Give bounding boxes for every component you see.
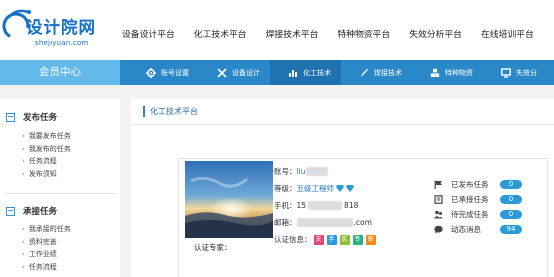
tab-label: 失效分 xyxy=(516,68,537,77)
tools-icon xyxy=(217,68,227,78)
stat-messages[interactable]: 动态消息 94 xyxy=(433,224,522,235)
sub-nav-bar: 会员中心 账号设置 设备设计 化工技术 焊接技术 特种物资 失效分 xyxy=(0,60,554,85)
sidebar: − 发布任务 我要发布任务 我发布的任务 任务流程 发布须知 − 承接任务 我承… xyxy=(0,99,120,277)
site-logo[interactable]: 设计院网 shejiyuan.com xyxy=(2,6,100,52)
logo-domain: shejiyuan.com xyxy=(35,39,89,47)
level-row: 等级： 五级工程师 xyxy=(274,183,354,194)
sidebar-list: 我要发布任务 我发布的任务 任务流程 发布须知 xyxy=(22,130,71,180)
top-nav-item[interactable]: 在线培训平台 xyxy=(481,27,534,40)
title-accent-bar xyxy=(143,106,145,117)
tab-label: 化工技术 xyxy=(303,68,331,77)
page-title: 化工技术平台 xyxy=(150,107,198,116)
panel-header: 化工技术平台 xyxy=(131,99,554,125)
sidebar-item[interactable]: 任务流程 xyxy=(22,261,71,274)
sidebar-section-title: 发布任务 xyxy=(23,113,58,123)
tab-welding-tech[interactable]: 焊接技术 xyxy=(341,60,412,85)
account-row: 账号： liu xyxy=(274,166,329,177)
stat-published[interactable]: 已发布任务 0 xyxy=(433,179,522,190)
tab-account-settings[interactable]: 账号设置 xyxy=(128,60,199,85)
sidebar-section-publish[interactable]: − 发布任务 xyxy=(6,111,57,123)
logo-text: 设计院网 xyxy=(26,18,96,37)
bar-chart-icon xyxy=(288,68,298,78)
expert-cert-label: 认证专家： xyxy=(194,243,232,252)
avatar[interactable] xyxy=(185,161,273,238)
tab-label: 账号设置 xyxy=(161,68,189,77)
phone-prefix: 15 xyxy=(296,201,307,210)
diamond-icon xyxy=(346,185,354,192)
collapse-icon[interactable]: − xyxy=(6,206,15,216)
redacted-block xyxy=(308,201,343,210)
tab-special-materials[interactable]: 特种物资 xyxy=(412,60,483,85)
tab-label: 特种物资 xyxy=(445,68,473,77)
monitor-icon xyxy=(501,67,511,78)
collapse-icon[interactable]: − xyxy=(6,112,15,122)
stat-label: 已发布任务 xyxy=(451,180,489,189)
sidebar-list: 我承接的任务 资料完善 工作业绩 任务流程 xyxy=(22,223,71,273)
redacted-block xyxy=(306,167,329,176)
flag-icon xyxy=(433,180,443,190)
cert-tags: 支 手 实 专 邮 xyxy=(313,234,376,245)
stat-count-badge: 0 xyxy=(500,180,522,189)
cert-tag[interactable]: 专 xyxy=(352,234,363,245)
level-value[interactable]: 五级工程师 xyxy=(297,183,335,194)
diamond-icon xyxy=(336,185,344,192)
stat-count-badge: 94 xyxy=(500,225,522,234)
top-nav-item[interactable]: 特种物资平台 xyxy=(337,27,390,40)
cert-tag[interactable]: 手 xyxy=(326,234,337,245)
phone-suffix: 818 xyxy=(344,201,359,210)
people-icon xyxy=(433,210,443,220)
main-panel: 化工技术平台 认证专家： 账号： liu 等级： 五级工程师 手机： 15 81… xyxy=(131,99,554,277)
account-label: 账号： xyxy=(274,167,297,176)
tab-label: 焊接技术 xyxy=(374,68,402,77)
pen-icon xyxy=(359,68,369,78)
cert-label: 认证信息： xyxy=(274,235,312,244)
top-nav-item[interactable]: 失效分析平台 xyxy=(409,27,462,40)
top-nav-item[interactable]: 化工技术平台 xyxy=(194,27,247,40)
sidebar-divider xyxy=(6,193,116,194)
email-row: 邮箱： .com xyxy=(274,217,372,228)
phone-row: 手机： 15 818 xyxy=(274,200,358,211)
stat-undertaken[interactable]: 已承接任务 0 xyxy=(433,194,522,205)
sidebar-item[interactable]: 任务流程 xyxy=(22,155,71,168)
sidebar-item[interactable]: 发布须知 xyxy=(22,168,71,181)
bookmark-icon xyxy=(433,195,443,205)
top-nav-item[interactable]: 焊接技术平台 xyxy=(266,27,319,40)
sidebar-item[interactable]: 资料完善 xyxy=(22,236,71,249)
stat-label: 已承接任务 xyxy=(451,195,489,204)
stat-label: 待完成任务 xyxy=(451,210,489,219)
email-label: 邮箱： xyxy=(274,218,297,227)
tab-label: 设备设计 xyxy=(232,68,260,77)
stat-pending[interactable]: 待完成任务 0 xyxy=(433,209,522,220)
tab-equipment-design[interactable]: 设备设计 xyxy=(199,60,270,85)
stat-count-badge: 0 xyxy=(500,195,522,204)
cert-tag[interactable]: 实 xyxy=(339,234,350,245)
redacted-block xyxy=(296,218,353,227)
account-value: liu xyxy=(296,167,306,176)
cert-tag[interactable]: 支 xyxy=(313,234,324,245)
stat-label: 动态消息 xyxy=(451,225,481,234)
sidebar-section-undertake[interactable]: − 承接任务 xyxy=(6,205,57,217)
sidebar-section-title: 承接任务 xyxy=(23,207,58,217)
sub-nav: 账号设置 设备设计 化工技术 焊接技术 特种物资 失效分 xyxy=(128,60,547,85)
tab-failure-analysis[interactable]: 失效分 xyxy=(483,60,547,85)
cubes-icon xyxy=(430,68,440,78)
email-suffix: .com xyxy=(353,218,372,227)
stat-count-badge: 0 xyxy=(500,210,522,219)
sidebar-item[interactable]: 我承接的任务 xyxy=(22,223,71,236)
cert-row: 认证信息： 支 手 实 专 邮 xyxy=(274,234,376,245)
chat-icon xyxy=(433,225,443,235)
phone-label: 手机： xyxy=(274,201,297,210)
sidebar-item[interactable]: 我要发布任务 xyxy=(22,130,71,143)
level-label: 等级： xyxy=(274,184,297,193)
profile-card: 认证专家： 账号： liu 等级： 五级工程师 手机： 15 818 邮箱： .… xyxy=(178,158,548,277)
sidebar-item[interactable]: 我发布的任务 xyxy=(22,143,71,156)
gear-icon xyxy=(146,67,156,78)
top-nav: 设备设计平台 化工技术平台 焊接技术平台 特种物资平台 失效分析平台 在线培训平… xyxy=(122,27,553,40)
top-nav-item[interactable]: 设备设计平台 xyxy=(122,27,175,40)
tab-chemical-tech[interactable]: 化工技术 xyxy=(270,60,341,85)
sidebar-item[interactable]: 工作业绩 xyxy=(22,248,71,261)
cert-tag[interactable]: 邮 xyxy=(365,234,376,245)
top-header: 设计院网 shejiyuan.com 设备设计平台 化工技术平台 焊接技术平台 … xyxy=(0,0,554,60)
member-center-label[interactable]: 会员中心 xyxy=(0,60,120,85)
